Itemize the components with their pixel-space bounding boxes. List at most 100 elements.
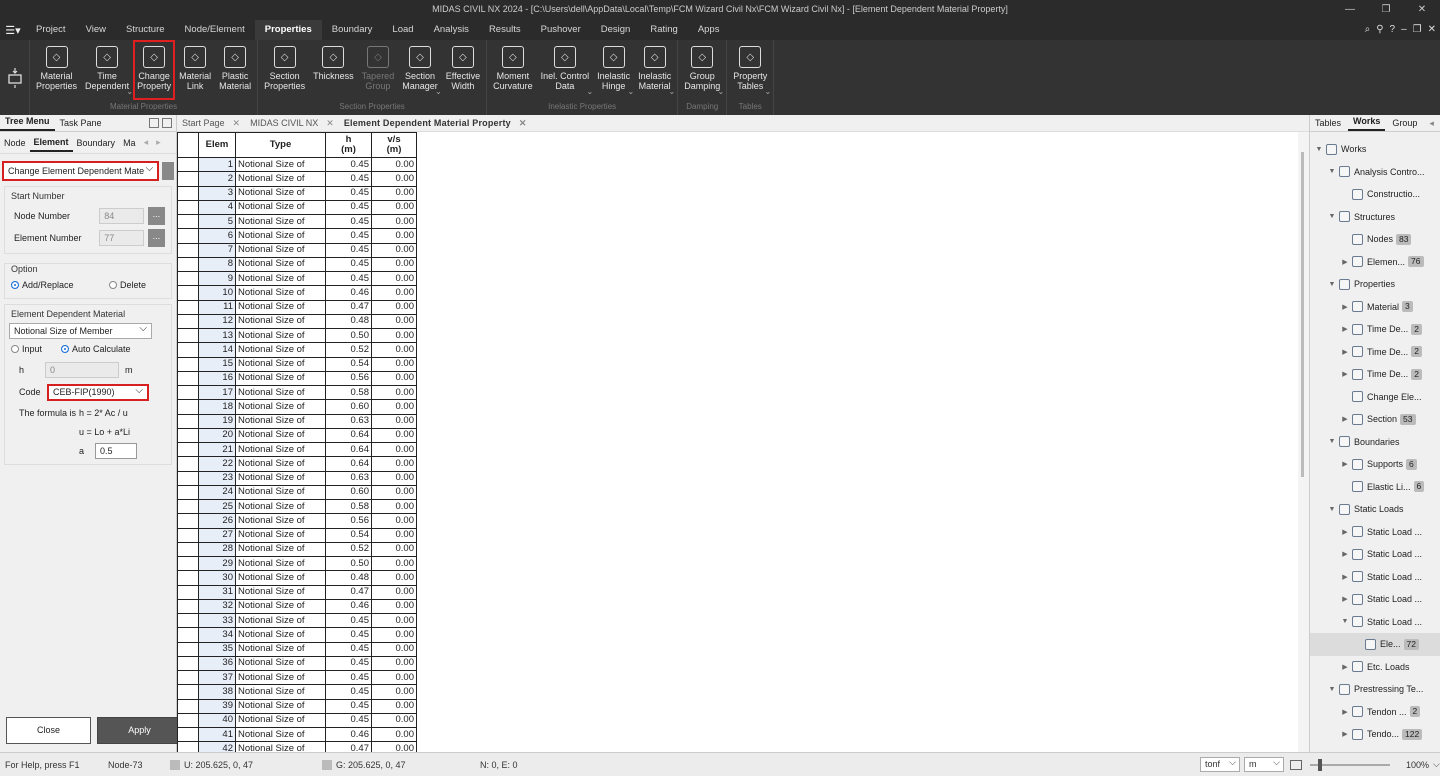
cell-type[interactable]: Notional Size of — [235, 313, 326, 330]
ribbon-button-plastic-material[interactable]: ◇ Plastic Material — [215, 40, 255, 100]
tree-item[interactable]: ▶ Supports 6 — [1310, 453, 1440, 476]
cell-vs[interactable]: 0.00 — [371, 356, 417, 372]
cell-type[interactable]: Notional Size of — [235, 470, 326, 486]
cell-h[interactable]: 0.58 — [325, 384, 372, 401]
row-selector[interactable] — [177, 527, 199, 543]
cell-elem[interactable]: 33 — [198, 612, 236, 629]
cell-h[interactable]: 0.54 — [325, 527, 372, 543]
cell-elem[interactable]: 23 — [198, 470, 236, 486]
cell-h[interactable]: 0.56 — [325, 370, 372, 387]
cell-elem[interactable]: 20 — [198, 427, 236, 444]
cell-elem[interactable]: 19 — [198, 413, 236, 429]
row-selector[interactable] — [177, 427, 199, 444]
table-row[interactable]: 25 Notional Size of 0.58 0.00 — [177, 498, 417, 515]
cell-vs[interactable]: 0.00 — [371, 612, 417, 629]
row-selector[interactable] — [177, 242, 199, 258]
cell-type[interactable]: Notional Size of — [235, 256, 326, 273]
expanded-arrow-icon[interactable]: ▼ — [1327, 438, 1337, 445]
row-selector[interactable] — [177, 598, 199, 615]
cell-h[interactable]: 0.64 — [325, 456, 372, 472]
subtab-node[interactable]: Node — [0, 138, 30, 148]
cell-type[interactable]: Notional Size of — [235, 570, 326, 586]
ribbon-button-section-properties[interactable]: ◇ Section Properties — [260, 40, 309, 100]
help-icon[interactable]: ? — [1390, 20, 1396, 40]
cell-vs[interactable]: 0.00 — [371, 684, 417, 700]
collapsed-arrow-icon[interactable]: ▶ — [1340, 663, 1350, 671]
cell-vs[interactable]: 0.00 — [371, 669, 417, 686]
menu-rating[interactable]: Rating — [640, 20, 687, 40]
cell-vs[interactable]: 0.00 — [371, 513, 417, 529]
cell-h[interactable]: 0.47 — [325, 584, 372, 600]
table-row[interactable]: 12 Notional Size of 0.48 0.00 — [177, 313, 417, 330]
row-selector[interactable] — [177, 627, 199, 643]
cell-h[interactable]: 0.45 — [325, 256, 372, 273]
cell-h[interactable]: 0.48 — [325, 570, 372, 586]
cell-h[interactable]: 0.45 — [325, 156, 372, 173]
cell-h[interactable]: 0.47 — [325, 299, 372, 315]
tree-item[interactable]: ▼ Static Loads — [1310, 498, 1440, 521]
row-selector[interactable] — [177, 726, 199, 743]
cell-elem[interactable]: 2 — [198, 171, 236, 187]
collapsed-arrow-icon[interactable]: ▶ — [1340, 370, 1350, 378]
ribbon-button-inelastic-hinge[interactable]: ◇ Inelastic Hinge ⌄ — [593, 40, 634, 100]
cell-vs[interactable]: 0.00 — [371, 456, 417, 472]
table-row[interactable]: 9 Notional Size of 0.45 0.00 — [177, 270, 417, 287]
node-number-button[interactable]: ... — [147, 207, 165, 225]
cell-h[interactable]: 0.45 — [325, 712, 372, 729]
cell-elem[interactable]: 10 — [198, 285, 236, 301]
cell-vs[interactable]: 0.00 — [371, 598, 417, 615]
cell-elem[interactable]: 9 — [198, 270, 236, 287]
cell-type[interactable]: Notional Size of — [235, 612, 326, 629]
collapsed-arrow-icon[interactable]: ▶ — [1340, 258, 1350, 266]
ribbon-collapse-icon[interactable] — [0, 40, 30, 115]
cell-vs[interactable]: 0.00 — [371, 299, 417, 315]
cell-elem[interactable]: 6 — [198, 228, 236, 244]
node-number-input[interactable]: 84 — [99, 208, 144, 224]
col-header-type[interactable]: Type — [235, 132, 326, 158]
cell-type[interactable]: Notional Size of — [235, 555, 326, 572]
cell-vs[interactable]: 0.00 — [371, 527, 417, 543]
tree-item[interactable]: ▼ Works — [1310, 138, 1440, 161]
cell-h[interactable]: 0.50 — [325, 555, 372, 572]
table-row[interactable]: 15 Notional Size of 0.54 0.00 — [177, 356, 417, 372]
scrollbar-thumb[interactable] — [1301, 152, 1304, 477]
cell-elem[interactable]: 28 — [198, 541, 236, 558]
cell-vs[interactable]: 0.00 — [371, 541, 417, 558]
cell-elem[interactable]: 13 — [198, 327, 236, 344]
menu-boundary[interactable]: Boundary — [322, 20, 383, 40]
tree-item[interactable]: ▶ Material 3 — [1310, 296, 1440, 319]
hamburger-menu-icon[interactable]: ☰▾ — [0, 24, 26, 37]
row-selector[interactable] — [177, 213, 199, 230]
minimize-doc-icon[interactable]: – — [1401, 20, 1407, 40]
function-more-button[interactable] — [162, 162, 174, 180]
collapsed-arrow-icon[interactable]: ▶ — [1340, 730, 1350, 738]
cell-type[interactable]: Notional Size of — [235, 413, 326, 429]
panel-layout-icon[interactable] — [149, 118, 159, 128]
ribbon-button-inelastic-material[interactable]: ◇ Inelastic Material ⌄ — [634, 40, 675, 100]
tree-item[interactable]: ▶ Time De... 2 — [1310, 318, 1440, 341]
cell-type[interactable]: Notional Size of — [235, 285, 326, 301]
cell-elem[interactable]: 39 — [198, 698, 236, 714]
cell-vs[interactable]: 0.00 — [371, 370, 417, 387]
tree-item[interactable]: ▼ Static Load ... — [1310, 611, 1440, 634]
tree-item[interactable]: ▶ Static Load ... — [1310, 521, 1440, 544]
table-row[interactable]: 33 Notional Size of 0.45 0.00 — [177, 612, 417, 629]
row-selector[interactable] — [177, 285, 199, 301]
tree-item[interactable]: ▶ Tendon ... 2 — [1310, 701, 1440, 724]
collapsed-arrow-icon[interactable]: ▶ — [1340, 573, 1350, 581]
add-replace-radio[interactable]: Add/Replace — [11, 280, 109, 290]
close-doc-icon[interactable]: ✕ — [1428, 20, 1436, 40]
doc-tab[interactable]: Start Page ✕ — [177, 118, 245, 129]
doc-tab[interactable]: Element Dependent Material Property ✕ — [339, 118, 532, 129]
cell-h[interactable]: 0.45 — [325, 213, 372, 230]
cell-type[interactable]: Notional Size of — [235, 498, 326, 515]
h-input[interactable]: 0 — [45, 362, 119, 378]
auto-calc-radio[interactable]: Auto Calculate — [61, 344, 131, 354]
table-row[interactable]: 5 Notional Size of 0.45 0.00 — [177, 213, 417, 230]
menu-pushover[interactable]: Pushover — [531, 20, 591, 40]
cell-h[interactable]: 0.56 — [325, 513, 372, 529]
table-row[interactable]: 37 Notional Size of 0.45 0.00 — [177, 669, 417, 686]
tab-group[interactable]: Group — [1387, 115, 1422, 131]
cell-h[interactable]: 0.45 — [325, 185, 372, 201]
cell-vs[interactable]: 0.00 — [371, 427, 417, 444]
